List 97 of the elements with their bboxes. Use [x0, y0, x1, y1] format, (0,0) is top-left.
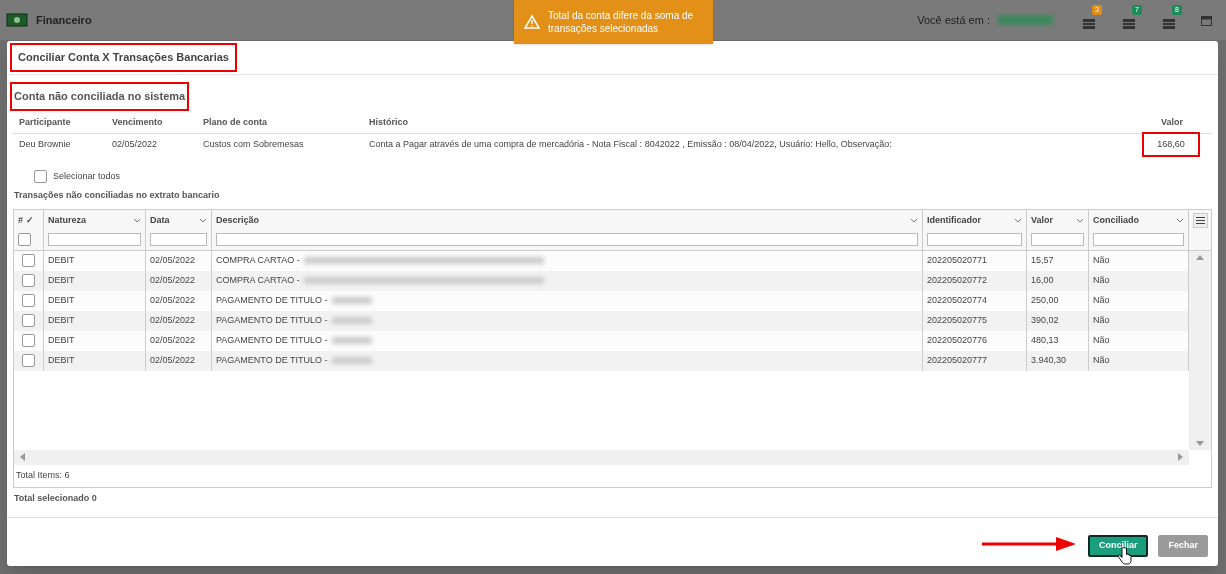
table-cell-text: Não: [1093, 253, 1110, 267]
checkbox[interactable]: [22, 294, 35, 307]
table-cell-text: 202205020771: [927, 253, 988, 267]
table-cell-text: 16,00: [1031, 273, 1054, 287]
menu-button[interactable]: [1192, 212, 1208, 228]
column-header: Participante: [19, 116, 72, 130]
chevron-down-icon[interactable]: [1176, 217, 1184, 223]
select-all-label[interactable]: Selecionar todos: [53, 169, 121, 183]
table-cell-text: 02/05/2022: [150, 353, 196, 367]
table-cell-text: 02/05/2022: [150, 293, 196, 307]
table-cell-text: DEBIT: [48, 313, 75, 327]
table-cell-text: DEBIT: [48, 273, 75, 287]
total-selected: Total selecionado 0: [13, 491, 98, 505]
table-cell-text: DEBIT: [48, 333, 75, 347]
filter-field[interactable]: [927, 233, 1022, 246]
table-cell-text: Não: [1093, 273, 1110, 287]
column-header[interactable]: Conciliado: [1093, 213, 1139, 227]
checkbox[interactable]: [22, 354, 35, 367]
warning-icon: [524, 14, 540, 30]
chevron-down-icon[interactable]: [910, 217, 918, 223]
filter-field[interactable]: [48, 233, 141, 246]
column-header[interactable]: Data: [150, 213, 170, 227]
location-label: Você está em :: [917, 12, 990, 28]
table-cell-text: Custos com Sobremesas: [203, 137, 305, 151]
table-cell-text: 02/05/2022: [150, 253, 196, 267]
column-header[interactable]: Valor: [1031, 213, 1053, 227]
scroll-left-icon[interactable]: [20, 453, 25, 461]
blurred-location: [998, 15, 1053, 25]
column-header[interactable]: Identificador: [927, 213, 981, 227]
vertical-scrollbar[interactable]: [1189, 250, 1211, 450]
table-cell-text: PAGAMENTO DE TITULO -: [216, 313, 328, 327]
table-cell-text: 480,13: [1031, 333, 1059, 347]
table-cell-text: 15,57: [1031, 253, 1054, 267]
menu-icon[interactable]: [1195, 216, 1205, 224]
table-cell-text: 390,02: [1031, 313, 1059, 327]
amount-cell: 168,60: [1142, 131, 1200, 158]
checkbox[interactable]: [34, 169, 47, 183]
table-cell-text: 202205020777: [927, 353, 988, 367]
blurred-text: [331, 357, 372, 364]
chevron-down-icon[interactable]: [199, 217, 207, 223]
dialog-title: Conciliar Conta X Transações Bancarias: [10, 43, 237, 72]
section-heading: Conta não conciliada no sistema: [10, 82, 190, 111]
table-cell-text: 250,00: [1031, 293, 1059, 307]
column-header[interactable]: Natureza: [48, 213, 86, 227]
table-cell-text: 02/05/2022: [150, 313, 196, 327]
table-cell-text: 202205020775: [927, 313, 988, 327]
table-cell-text: 202205020774: [927, 293, 988, 307]
grid-heading: Transações não conciliadas no extrato bancario: [13, 189, 221, 202]
filter-field[interactable]: [150, 233, 207, 246]
grid-footer: Total Items: 6: [16, 468, 70, 483]
table-cell-text: 02/05/2022: [150, 273, 196, 287]
chevron-down-icon[interactable]: [1076, 217, 1084, 223]
table-cell-text: PAGAMENTO DE TITULO -: [216, 353, 328, 367]
table-cell-text: Não: [1093, 293, 1110, 307]
column-header[interactable]: Descrição: [216, 213, 260, 227]
checkbox[interactable]: [18, 233, 31, 246]
table-cell-text: DEBIT: [48, 253, 75, 267]
column-header: Plano de conta: [203, 116, 268, 130]
table-cell-text: COMPRA CARTAO -: [216, 273, 300, 287]
table-cell-text: 02/05/2022: [150, 333, 196, 347]
column-header: Valor: [1160, 116, 1184, 130]
column-header: Histórico: [369, 116, 409, 130]
table-cell-text: COMPRA CARTAO -: [216, 253, 300, 267]
blurred-text: [331, 317, 372, 324]
table-cell-text: 202205020776: [927, 333, 988, 347]
horizontal-scrollbar[interactable]: [14, 449, 1189, 465]
filter-field[interactable]: [216, 233, 918, 246]
checkbox[interactable]: [22, 274, 35, 287]
filter-field[interactable]: [1093, 233, 1184, 246]
table-cell-text: 02/05/2022: [112, 137, 159, 151]
toast-message: Total da conta difere da soma de transações selecionadas: [548, 9, 695, 35]
blurred-text: [331, 297, 372, 304]
app-title: Financeiro: [36, 12, 92, 28]
scroll-right-icon[interactable]: [1178, 453, 1183, 461]
blurred-text: [331, 337, 372, 344]
scroll-up-icon[interactable]: [1196, 254, 1204, 260]
table-cell-text: DEBIT: [48, 353, 75, 367]
table-cell-text: 202205020772: [927, 273, 988, 287]
chevron-down-icon[interactable]: [1014, 217, 1022, 223]
table-cell-text: 3.940,30: [1031, 353, 1067, 367]
scroll-down-icon[interactable]: [1196, 440, 1204, 446]
table-cell-text: Conta a Pagar através de uma compra de mercadória - Nota Fiscal : 8042022 , Emissão : 08/04/2022, Usuário: Hello, Observação:: [369, 137, 893, 151]
checkbox[interactable]: [22, 334, 35, 347]
column-header: Vencimento: [112, 116, 164, 130]
table-cell-text: Deu Brownie: [19, 137, 72, 151]
table-cell-text: PAGAMENTO DE TITULO -: [216, 333, 328, 347]
table-cell-text: DEBIT: [48, 293, 75, 307]
checkbox[interactable]: [22, 314, 35, 327]
column-header[interactable]: # ✓: [18, 213, 39, 227]
table-cell-text: Não: [1093, 333, 1110, 347]
table-cell-text: PAGAMENTO DE TITULO -: [216, 293, 328, 307]
filter-field[interactable]: [1031, 233, 1084, 246]
chevron-down-icon[interactable]: [133, 217, 141, 223]
table-cell-text: Não: [1093, 353, 1110, 367]
checkbox[interactable]: [22, 254, 35, 267]
table-cell-text: Não: [1093, 313, 1110, 327]
banknote-icon: [6, 13, 28, 27]
